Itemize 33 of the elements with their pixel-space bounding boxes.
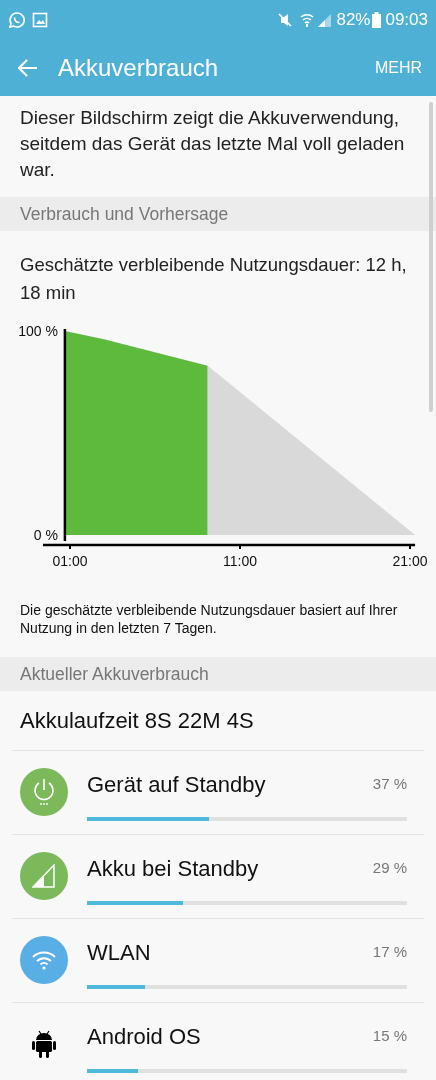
usage-row[interactable]: Android OS 15 % bbox=[12, 1003, 424, 1080]
battery-percent: 82% bbox=[336, 9, 371, 32]
signal-icon bbox=[318, 13, 333, 27]
chart-note: Die geschätzte verbleibende Nutzungsdauer basiert auf Ihrer Nutzung in den letzten 7 Tagen. bbox=[19, 601, 399, 638]
clock: 09:03 bbox=[385, 9, 428, 32]
screen-title: Akkuverbrauch bbox=[58, 53, 220, 83]
y-tick-label: 100 % bbox=[18, 323, 58, 339]
usage-name: Akku bei Standby bbox=[87, 855, 260, 883]
usage-row[interactable]: WLAN 17 % bbox=[12, 919, 424, 1003]
usage-percent: 15 % bbox=[372, 1026, 407, 1047]
x-tick-label: 11:00 bbox=[223, 553, 257, 569]
back-icon[interactable] bbox=[18, 59, 38, 77]
section-header: Aktueller Akkuverbrauch bbox=[0, 657, 436, 691]
wifi-icon bbox=[300, 12, 315, 28]
x-tick-label: 01:00 bbox=[52, 553, 88, 569]
usage-percent: 29 % bbox=[372, 858, 407, 879]
section-header: Verbrauch und Vorhersage bbox=[0, 197, 436, 231]
y-tick-label: 0 % bbox=[33, 527, 58, 543]
usage-row[interactable]: Gerät auf Standby 37 % bbox=[12, 751, 424, 835]
estimate-text: Geschätzte verbleibende Nutzungsdauer: 12 h, 18 min bbox=[19, 253, 408, 305]
runtime-text: Akkulaufzeit 8S 22M 4S bbox=[19, 707, 255, 735]
x-tick-label: 21:00 bbox=[392, 553, 428, 569]
usage-percent: 37 % bbox=[372, 774, 407, 795]
chat-icon bbox=[8, 11, 26, 29]
intro-text: Dieser Bildschirm zeigt die Akkuverwendung, seitdem das Gerät das letzte Mal voll geladen war. bbox=[19, 106, 406, 182]
usage-percent: 17 % bbox=[372, 942, 407, 963]
usage-name: Android OS bbox=[87, 1023, 202, 1051]
usage-name: Gerät auf Standby bbox=[87, 771, 267, 799]
usage-row[interactable]: Akku bei Standby 29 % bbox=[12, 835, 424, 919]
usage-name: WLAN bbox=[87, 939, 152, 967]
image-icon bbox=[32, 12, 48, 28]
battery-icon bbox=[372, 12, 382, 28]
android-icon bbox=[31, 1029, 57, 1059]
